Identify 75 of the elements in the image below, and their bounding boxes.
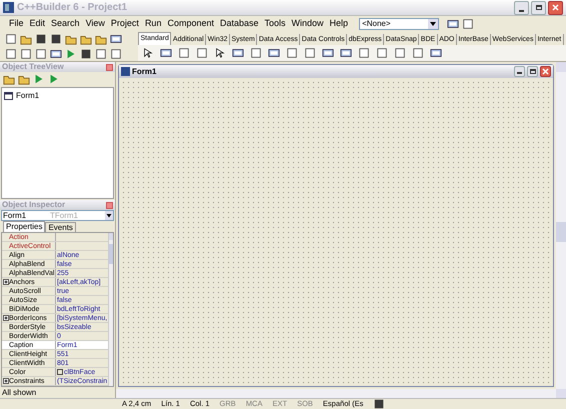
- maximize-button[interactable]: [527, 66, 538, 77]
- form-window[interactable]: Form1: [118, 64, 554, 387]
- toolbar-icon[interactable]: [462, 18, 474, 30]
- object-selector[interactable]: Form1 TForm1: [1, 210, 114, 221]
- maximize-button[interactable]: [531, 0, 546, 14]
- form-icon: [4, 92, 13, 100]
- toolbar-icon[interactable]: [110, 33, 122, 46]
- component-icon[interactable]: [268, 46, 280, 59]
- dropdown-arrow-icon: [105, 211, 113, 220]
- component-icon[interactable]: [412, 46, 424, 59]
- component-icon[interactable]: [142, 46, 154, 59]
- panel-title: Object Inspector: [2, 199, 66, 211]
- menu-item[interactable]: Edit: [26, 17, 48, 31]
- expand-icon[interactable]: [2, 378, 8, 384]
- toolbar-icon[interactable]: [5, 33, 17, 46]
- close-icon: [542, 68, 549, 75]
- toolbar-icon[interactable]: [110, 48, 122, 60]
- expand-icon[interactable]: [2, 315, 8, 321]
- component-icon[interactable]: [178, 46, 190, 59]
- inspector-status: All shown: [2, 387, 36, 399]
- component-icon[interactable]: [340, 46, 352, 59]
- component-icon[interactable]: [232, 46, 244, 59]
- menu-item[interactable]: Run: [142, 17, 164, 31]
- inspector-tab[interactable]: Properties: [3, 221, 46, 232]
- minimize-button[interactable]: [514, 66, 525, 77]
- color-swatch: [57, 369, 63, 375]
- component-icon[interactable]: [250, 46, 262, 59]
- scrollbar[interactable]: [556, 62, 566, 389]
- toolbar-icon[interactable]: [50, 33, 62, 46]
- menu-item[interactable]: Tools: [262, 17, 289, 31]
- close-button[interactable]: [106, 64, 113, 70]
- menu-item[interactable]: Project: [108, 17, 142, 31]
- form-title: Form1: [132, 66, 158, 78]
- component-icon[interactable]: [286, 46, 298, 59]
- toolbar-icon[interactable]: [35, 48, 47, 60]
- scrollbar[interactable]: [116, 389, 566, 398]
- panel-title: Object TreeView: [2, 61, 65, 73]
- close-button[interactable]: [540, 66, 551, 77]
- component-icon[interactable]: [304, 46, 316, 59]
- close-icon: [552, 4, 559, 11]
- menu-item[interactable]: Help: [326, 17, 352, 31]
- minimize-button[interactable]: [514, 0, 529, 14]
- component-icon[interactable]: [376, 46, 388, 59]
- configuration-combo[interactable]: <None>: [359, 18, 440, 30]
- close-button[interactable]: [548, 0, 563, 14]
- menu-item[interactable]: View: [82, 17, 108, 31]
- toolbar-icon[interactable]: [35, 33, 47, 46]
- component-icon[interactable]: [214, 46, 226, 59]
- toolbar-icon[interactable]: [80, 48, 92, 60]
- component-icon[interactable]: [196, 46, 208, 59]
- menu-item[interactable]: Component: [164, 17, 217, 31]
- toolbar-icon[interactable]: [50, 48, 62, 60]
- close-button[interactable]: [106, 202, 113, 208]
- component-icon[interactable]: [394, 46, 406, 59]
- toolbar-icon[interactable]: [95, 48, 107, 60]
- toolbar-icon[interactable]: [447, 18, 460, 30]
- menu-item[interactable]: Search: [48, 17, 83, 31]
- expand-icon[interactable]: [2, 279, 8, 285]
- status-icon[interactable]: [373, 398, 386, 409]
- component-icon[interactable]: [358, 46, 370, 59]
- app-icon: [3, 2, 14, 13]
- toolbar-icon[interactable]: [5, 48, 17, 60]
- inspector-tab[interactable]: Events: [45, 222, 76, 232]
- form-icon: [121, 67, 130, 76]
- menu-item[interactable]: File: [6, 17, 27, 31]
- component-icon[interactable]: [322, 46, 334, 59]
- component-icon[interactable]: [160, 46, 172, 59]
- menu-item[interactable]: Window: [288, 17, 327, 31]
- tree-item[interactable]: Form1: [16, 90, 40, 102]
- toolbar-icon[interactable]: [20, 48, 32, 60]
- dropdown-arrow-icon: [428, 19, 438, 29]
- scrollbar[interactable]: [108, 233, 113, 386]
- component-icon[interactable]: [430, 46, 442, 59]
- menu-item[interactable]: Database: [216, 17, 262, 31]
- window-title: C++Builder 6 - Project1: [17, 1, 128, 15]
